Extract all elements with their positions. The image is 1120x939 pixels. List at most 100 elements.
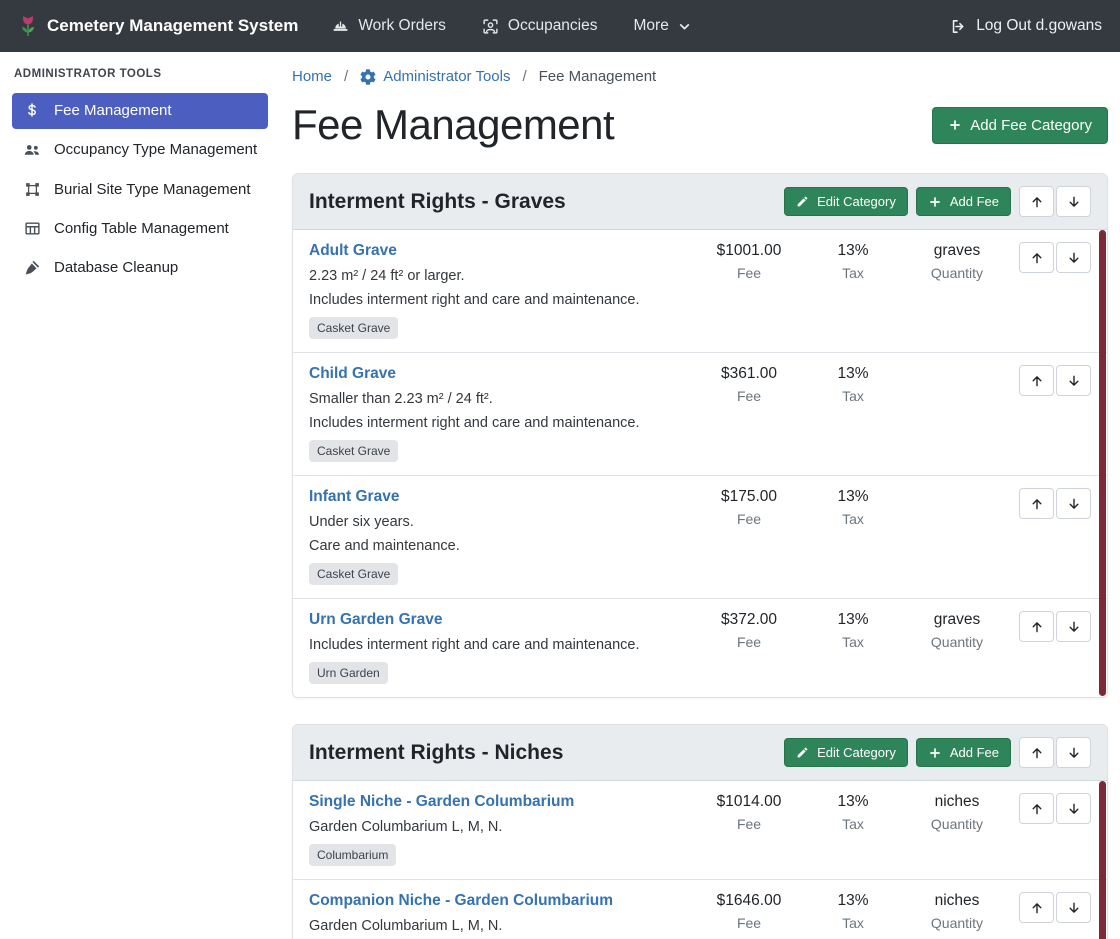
breadcrumb-item-administrator-tools[interactable]: Administrator Tools xyxy=(360,68,510,85)
plus-icon xyxy=(928,195,942,209)
sidebar-item-label: Occupancy Type Management xyxy=(54,140,257,160)
fee-description: Smaller than 2.23 m² / 24 ft². xyxy=(309,391,689,407)
add-fee-button[interactable]: Add Fee xyxy=(916,187,1011,216)
nav-item-more[interactable]: More xyxy=(634,17,691,35)
fee-type-badge: Casket Grave xyxy=(309,317,398,339)
move-category-up-button[interactable] xyxy=(1019,186,1054,217)
fee-amount: $361.00 xyxy=(697,365,801,383)
sidebar: Administrator Tools Fee Management Occup… xyxy=(0,52,280,939)
move-fee-down-button[interactable] xyxy=(1056,365,1091,396)
categories: Interment Rights - Graves Edit Category … xyxy=(292,173,1108,939)
fee-name-link[interactable]: Child Grave xyxy=(309,365,396,383)
flower-icon xyxy=(18,14,38,38)
fee-quantity-label: Quantity xyxy=(905,816,1009,832)
fee-row: Urn Garden Grave Includes interment righ… xyxy=(293,599,1107,697)
fee-reorder-group xyxy=(1019,488,1091,519)
fee-name-link[interactable]: Adult Grave xyxy=(309,242,397,260)
sidebar-item-label: Burial Site Type Management xyxy=(54,180,251,200)
edit-category-button[interactable]: Edit Category xyxy=(784,187,908,216)
move-category-down-button[interactable] xyxy=(1056,737,1091,768)
fee-name-link[interactable]: Single Niche - Garden Columbarium xyxy=(309,793,574,811)
fee-description: Garden Columbarium L, M, N. xyxy=(309,819,689,835)
arrow-down-icon xyxy=(1067,620,1081,634)
fee-tax: 13% xyxy=(801,793,905,811)
nav-item-work-orders[interactable]: Work Orders xyxy=(332,17,446,35)
pencil-icon xyxy=(796,746,809,759)
breadcrumb-separator: / xyxy=(344,68,348,85)
app-title: Cemetery Management System xyxy=(47,16,298,36)
app-brand[interactable]: Cemetery Management System xyxy=(18,14,298,38)
top-navbar: Cemetery Management System Work Orders O… xyxy=(0,0,1120,52)
move-fee-up-button[interactable] xyxy=(1019,611,1054,642)
sidebar-item-burial-site-type-management[interactable]: Burial Site Type Management xyxy=(12,172,268,208)
fee-list: Adult Grave 2.23 m² / 24 ft² or larger. I… xyxy=(293,230,1107,697)
fee-description: Includes interment right and care and ma… xyxy=(309,415,689,431)
fee-type-badge: Casket Grave xyxy=(309,440,398,462)
move-fee-down-button[interactable] xyxy=(1056,488,1091,519)
sidebar-heading: Administrator Tools xyxy=(0,64,280,90)
sidebar-item-occupancy-type-management[interactable]: Occupancy Type Management xyxy=(12,132,268,168)
fee-amount-label: Fee xyxy=(697,388,801,404)
move-category-up-button[interactable] xyxy=(1019,737,1054,768)
move-fee-down-button[interactable] xyxy=(1056,611,1091,642)
fee-description: Includes interment right and care and ma… xyxy=(309,637,689,653)
sidebar-item-config-table-management[interactable]: Config Table Management xyxy=(12,211,268,247)
move-fee-down-button[interactable] xyxy=(1056,793,1091,824)
move-fee-up-button[interactable] xyxy=(1019,365,1054,396)
fee-list-scrollbar[interactable] xyxy=(1099,781,1106,939)
move-fee-down-button[interactable] xyxy=(1056,242,1091,273)
fee-amount-label: Fee xyxy=(697,915,801,931)
edit-category-button[interactable]: Edit Category xyxy=(784,738,908,767)
fee-type-badge: Casket Grave xyxy=(309,563,398,585)
title-row: Fee Management Add Fee Category xyxy=(292,101,1108,149)
fee-amount: $1014.00 xyxy=(697,793,801,811)
move-category-down-button[interactable] xyxy=(1056,186,1091,217)
logout-label: Log Out d.gowans xyxy=(976,17,1102,35)
arrow-up-icon xyxy=(1030,746,1044,760)
nav-item-occupancies[interactable]: Occupancies xyxy=(482,17,598,35)
move-fee-up-button[interactable] xyxy=(1019,242,1054,273)
add-fee-label: Add Fee xyxy=(950,745,999,760)
table-icon xyxy=(22,220,42,237)
move-fee-up-button[interactable] xyxy=(1019,488,1054,519)
fee-description: 2.23 m² / 24 ft² or larger. xyxy=(309,268,689,284)
move-fee-up-button[interactable] xyxy=(1019,793,1054,824)
move-fee-up-button[interactable] xyxy=(1019,892,1054,923)
breadcrumb-label: Home xyxy=(292,68,332,85)
breadcrumb-item-home[interactable]: Home xyxy=(292,68,332,85)
fee-name-link[interactable]: Urn Garden Grave xyxy=(309,611,443,629)
move-fee-down-button[interactable] xyxy=(1056,892,1091,923)
fee-quantity: niches xyxy=(905,793,1009,811)
logout-button[interactable]: Log Out d.gowans xyxy=(950,17,1102,35)
arrow-down-icon xyxy=(1067,195,1081,209)
users-icon xyxy=(22,141,42,158)
fee-tax-label: Tax xyxy=(801,265,905,281)
add-fee-button[interactable]: Add Fee xyxy=(916,738,1011,767)
edit-category-label: Edit Category xyxy=(817,745,896,760)
edit-category-label: Edit Category xyxy=(817,194,896,209)
fee-list-scrollbar[interactable] xyxy=(1099,230,1106,696)
fee-amount-label: Fee xyxy=(697,265,801,281)
category-actions: Edit Category Add Fee xyxy=(784,737,1091,768)
fee-amount: $175.00 xyxy=(697,488,801,506)
sidebar-item-fee-management[interactable]: Fee Management xyxy=(12,93,268,129)
nav-item-label: More xyxy=(634,17,669,35)
fee-list: Single Niche - Garden Columbarium Garden… xyxy=(293,781,1107,939)
breadcrumb: Home/Administrator Tools/Fee Management xyxy=(292,68,1108,85)
fee-row: Single Niche - Garden Columbarium Garden… xyxy=(293,781,1107,880)
fee-tax: 13% xyxy=(801,488,905,506)
add-fee-category-button[interactable]: Add Fee Category xyxy=(932,107,1108,144)
plus-icon xyxy=(928,746,942,760)
fee-tax: 13% xyxy=(801,365,905,383)
arrow-down-icon xyxy=(1067,802,1081,816)
fee-quantity: niches xyxy=(905,892,1009,910)
dollar-icon xyxy=(22,102,42,118)
sidebar-item-database-cleanup[interactable]: Database Cleanup xyxy=(12,250,268,286)
fee-name-link[interactable]: Companion Niche - Garden Columbarium xyxy=(309,892,613,910)
arrow-up-icon xyxy=(1030,901,1044,915)
nav-item-label: Occupancies xyxy=(508,17,598,35)
breadcrumb-label: Administrator Tools xyxy=(383,68,510,85)
fee-description: Under six years. xyxy=(309,514,689,530)
fee-tax-label: Tax xyxy=(801,388,905,404)
fee-name-link[interactable]: Infant Grave xyxy=(309,488,399,506)
